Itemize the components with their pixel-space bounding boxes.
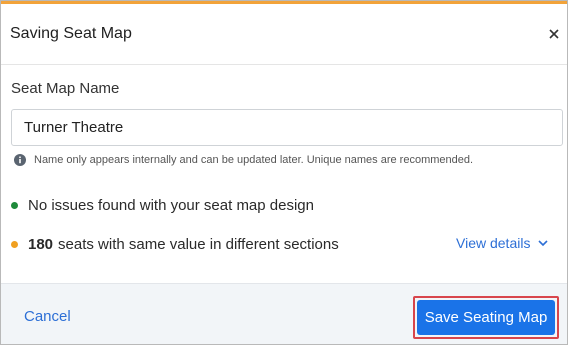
check-ok-text: No issues found with your seat map desig… <box>28 197 314 214</box>
save-seating-map-button[interactable]: Save Seating Map <box>417 300 555 335</box>
view-details-label: View details <box>456 235 531 251</box>
dialog-header: Saving Seat Map <box>1 4 567 65</box>
seat-map-name-input[interactable] <box>11 109 563 146</box>
warning-dot-icon <box>11 241 18 248</box>
seat-map-name-label: Seat Map Name <box>11 80 120 97</box>
save-button-highlight: Save Seating Map <box>413 296 559 339</box>
success-dot-icon <box>11 202 18 209</box>
close-icon[interactable] <box>547 27 561 41</box>
dialog-title: Saving Seat Map <box>10 25 132 42</box>
warning-count: 180 <box>28 236 54 253</box>
check-ok-row: No issues found with your seat map desig… <box>11 197 314 214</box>
chevron-down-icon <box>538 239 549 246</box>
name-hint-text: Name only appears internally and can be … <box>34 154 474 166</box>
info-icon <box>14 154 26 166</box>
save-seat-map-dialog: Saving Seat Map Seat Map Name Name only … <box>0 0 568 345</box>
warning-text: seats with same value in different secti… <box>58 236 339 253</box>
name-hint: Name only appears internally and can be … <box>14 154 473 166</box>
cancel-button[interactable]: Cancel <box>24 308 71 325</box>
dialog-footer: Cancel Save Seating Map <box>1 283 567 344</box>
view-details-link[interactable]: View details <box>456 235 549 251</box>
check-warning-row: 180 seats with same value in different s… <box>11 236 339 253</box>
